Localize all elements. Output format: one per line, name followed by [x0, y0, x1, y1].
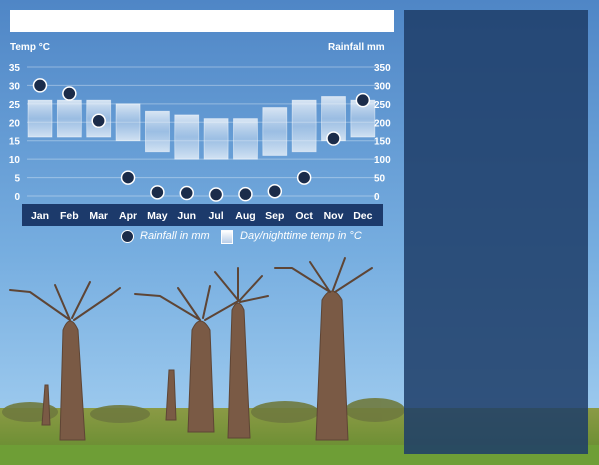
month-label: Jun: [177, 210, 196, 222]
legend-temp-marker: [221, 230, 233, 244]
legend-rainfall-label: Rainfall in mm: [140, 230, 210, 242]
right-tick-label: 50: [374, 174, 386, 185]
temp-bar: [291, 99, 317, 153]
temp-bar: [174, 114, 200, 160]
rainfall-point: [326, 131, 341, 146]
rainfall-point: [267, 183, 283, 199]
temp-bar: [56, 99, 82, 138]
rainfall-point: [62, 86, 77, 101]
left-tick-label: 20: [9, 118, 21, 129]
right-tick-label: 0: [374, 192, 380, 203]
month-label: Aug: [235, 210, 255, 222]
left-axis-ticks: 0 5 10 15 20 25 30 35: [9, 63, 21, 203]
temp-range-bars: [27, 96, 376, 160]
temp-bar: [27, 99, 53, 138]
rainfall-point: [32, 78, 48, 93]
right-tick-label: 100: [374, 155, 391, 166]
rainfall-point: [355, 92, 371, 108]
temp-bar: [144, 110, 170, 153]
left-tick-label: 15: [9, 137, 21, 148]
right-tick-label: 150: [374, 137, 391, 148]
rainfall-point: [150, 185, 165, 200]
rainfall-points: [32, 78, 371, 202]
month-label: Feb: [60, 210, 79, 222]
left-tick-label: 25: [9, 100, 21, 111]
legend-temp-label: Day/nighttime temp in °C: [240, 230, 362, 242]
left-tick-label: 30: [9, 81, 21, 92]
month-label: Sep: [265, 210, 284, 222]
temp-bar: [115, 103, 141, 142]
right-tick-label: 300: [374, 81, 391, 92]
month-label: May: [147, 210, 168, 222]
temp-bar: [233, 118, 258, 160]
rainfall-point: [208, 187, 224, 202]
rainfall-point: [120, 170, 136, 185]
month-label: Apr: [119, 210, 137, 222]
temp-bar: [262, 107, 288, 156]
left-tick-label: 5: [14, 174, 20, 185]
left-tick-label: 35: [9, 63, 21, 74]
month-label: Nov: [324, 210, 344, 222]
month-label: Jul: [209, 210, 224, 222]
month-label: Mar: [89, 210, 108, 222]
left-tick-label: 10: [9, 155, 21, 166]
right-axis-ticks: 0 50 100 150 200 250 300 350: [374, 63, 391, 203]
month-label: Oct: [295, 210, 313, 222]
right-tick-label: 350: [374, 63, 391, 74]
right-tick-label: 200: [374, 118, 391, 129]
rainfall-point: [179, 185, 194, 201]
rainfall-point: [238, 186, 253, 202]
right-tick-label: 250: [374, 100, 391, 111]
month-label: Jan: [31, 210, 49, 222]
climate-scene: Temp °C Rainfall mm 0 5 10 15 20 25 30 35 0 50 10…: [0, 0, 599, 465]
legend-rainfall-marker: [121, 230, 134, 243]
left-tick-label: 0: [14, 192, 20, 203]
month-label: Dec: [353, 210, 372, 222]
temp-bar: [203, 118, 229, 160]
rainfall-point: [91, 113, 106, 129]
rainfall-point: [296, 170, 312, 185]
